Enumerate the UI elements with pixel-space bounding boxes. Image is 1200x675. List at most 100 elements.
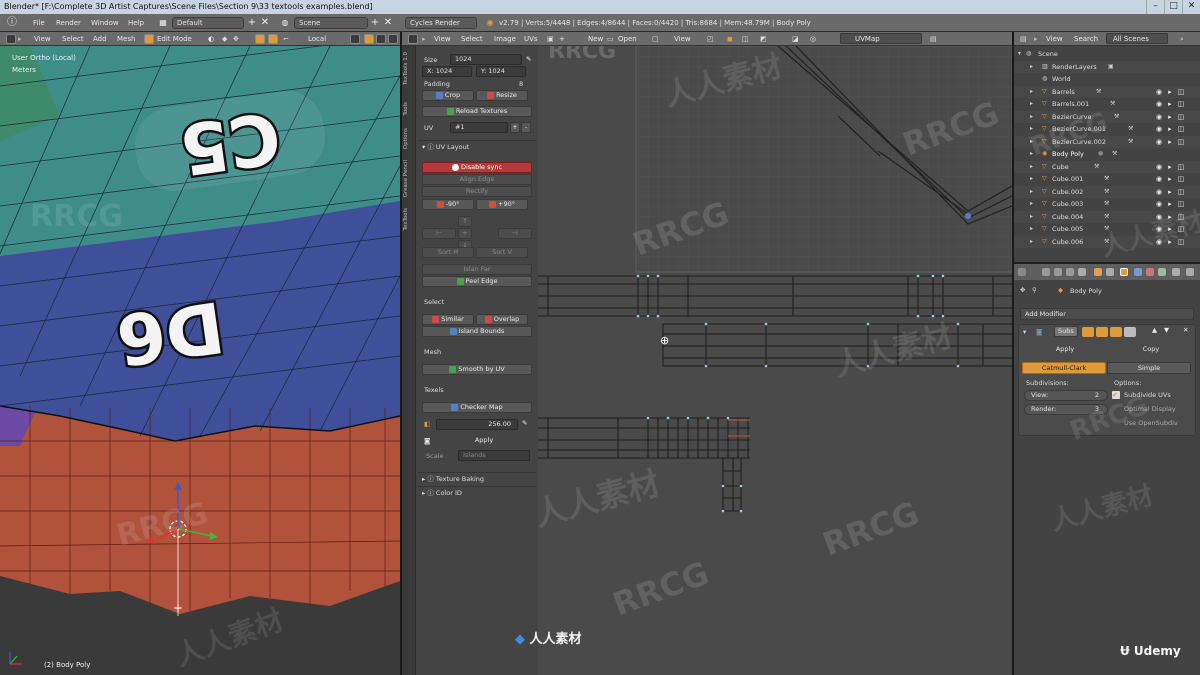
padding-value[interactable]: 8 (519, 80, 523, 88)
tab-grease-pencil[interactable]: Grease Pencil (403, 160, 409, 197)
view-levels-field[interactable]: View: 2 (1024, 390, 1108, 401)
size-field[interactable]: 1024 (450, 54, 522, 65)
expand-icon[interactable]: ▸ (1030, 61, 1033, 74)
sync-selection-icon[interactable]: ◰ (707, 34, 714, 44)
snap-icon[interactable]: ◪ (792, 34, 799, 44)
visibility-toggles[interactable]: ◉▸◫ (1156, 86, 1190, 99)
editor-type-icon[interactable] (6, 34, 16, 44)
outliner-row-beziercurve-001[interactable]: ▸ ▽ BezierCurve.001 ⚒ ◉▸◫ (1014, 123, 1200, 136)
object-tab-icon[interactable] (1094, 268, 1102, 276)
outliner-row-barrels-001[interactable]: ▸ ▽ Barrels.001 ⚒ ◉▸◫ (1014, 98, 1200, 111)
show-render-toggle[interactable] (1082, 327, 1094, 337)
select-similar-button[interactable]: Similar (422, 314, 474, 325)
proportional-icon[interactable]: ◎ (810, 34, 816, 44)
visibility-toggles[interactable]: ◉▸◫ (1156, 161, 1190, 174)
tab-options[interactable]: Options (403, 128, 409, 149)
show-viewport-toggle[interactable] (1096, 327, 1108, 337)
menu-select[interactable]: Select (461, 34, 483, 44)
island-far-button[interactable]: Islan Far (422, 264, 532, 275)
tab-tools[interactable]: Tools (403, 102, 409, 116)
align-left-button[interactable]: ⊢ (422, 228, 456, 239)
editor-type-icon[interactable] (408, 34, 418, 44)
move-down-icon[interactable]: ▼ (1164, 326, 1169, 334)
visibility-toggles[interactable]: ◉▸◫ (1156, 186, 1190, 199)
menu-view[interactable]: View (34, 34, 51, 44)
outliner-row-body-poly[interactable]: ▸ ◉ Body Poly ● ⚒ (1014, 148, 1200, 161)
show-cage-toggle[interactable] (1124, 327, 1136, 337)
view-mode-selector[interactable]: View (674, 34, 691, 44)
render-tab-icon[interactable] (1042, 268, 1050, 276)
sort-h-button[interactable]: Sort H (422, 247, 474, 258)
visibility-toggles[interactable]: ◉▸◫ (1156, 223, 1190, 236)
crop-button[interactable]: Crop (422, 90, 474, 101)
menu-help[interactable]: Help (128, 17, 144, 29)
texture-tab-icon[interactable] (1158, 268, 1166, 276)
menu-add[interactable]: Add (93, 34, 107, 44)
island-select-icon[interactable]: ◩ (760, 34, 767, 44)
tab-textools-1[interactable]: TexTools 1.0 (403, 52, 409, 85)
uv-layout-section-header[interactable]: ▾ ⓘ UV Layout (418, 140, 536, 152)
menu-search[interactable]: Search (1074, 34, 1098, 44)
shading-icon[interactable]: ◐ (208, 34, 214, 44)
layout-selector[interactable]: Default (172, 17, 244, 29)
minimize-button[interactable]: – (1146, 0, 1164, 14)
size-x-field[interactable]: X: 1024 (422, 66, 472, 77)
orientation-selector[interactable]: Local (308, 34, 326, 44)
outliner-row-scene[interactable]: ▾ ◍ Scene (1014, 48, 1200, 61)
modifiers-tab-icon[interactable] (1120, 268, 1128, 276)
uv-selected-vertex[interactable] (965, 213, 971, 219)
collapse-menu-icon[interactable]: ▸ (422, 34, 426, 44)
visibility-toggles[interactable]: ◉▸◫ (1156, 123, 1190, 136)
color-id-section-header[interactable]: ▸ ⓘ Color ID (418, 486, 536, 498)
outliner-row-cube-001[interactable]: ▸ ▽ Cube.001 ⚒ ◉▸◫ (1014, 173, 1200, 186)
scale-icon[interactable]: ⌐ (283, 34, 289, 44)
align-top-button[interactable]: ↑ (458, 216, 472, 227)
pivot-icon[interactable]: ◆ (222, 34, 227, 44)
image-browse-icon[interactable]: ▣ (547, 34, 554, 44)
face-select-icon[interactable] (388, 34, 398, 44)
outliner-row-barrels[interactable]: ▸ ▽ Barrels ⚒ ◉▸◫ (1014, 85, 1200, 99)
align-center-button[interactable]: + (458, 228, 472, 239)
layers-tab-icon[interactable] (1054, 268, 1062, 276)
menu-uvs[interactable]: UVs (524, 34, 538, 44)
menu-mesh[interactable]: Mesh (117, 34, 135, 44)
texel-density-field[interactable]: 256.00 (436, 419, 518, 430)
open-folder-icon[interactable]: ▭ (607, 34, 614, 44)
use-opensubdiv-label[interactable]: Use OpenSubdiv (1124, 419, 1178, 427)
remove-scene-button[interactable]: ✕ (382, 17, 394, 29)
outliner-row-cube[interactable]: ▸ ▽ Cube ⚒ ◉▸◫ (1014, 160, 1200, 174)
disable-sync-button[interactable]: Disable sync (422, 162, 532, 173)
editor-type-icon[interactable] (1018, 268, 1026, 276)
pin-icon[interactable]: ✥ (1020, 286, 1025, 294)
outliner-row-renderlayers[interactable]: ▸ ▥ RenderLayers ▣ (1014, 60, 1200, 74)
eyedropper-icon[interactable]: ✎ (526, 55, 531, 63)
uv-cursor-icon[interactable]: ⊕ (660, 334, 669, 347)
constraints-tab-icon[interactable] (1106, 268, 1114, 276)
manipulator-icon[interactable]: ✥ (233, 34, 239, 44)
remove-modifier-icon[interactable]: ✕ (1183, 326, 1188, 334)
uv-remove-button[interactable]: - (521, 122, 531, 133)
size-y-field[interactable]: Y: 1024 (476, 66, 526, 77)
mask-icon[interactable]: ▤ (930, 34, 937, 44)
uvmap-selector[interactable]: UVMap (840, 33, 922, 44)
apply-texel-button[interactable]: Apply (436, 436, 532, 447)
visibility-toggles[interactable]: ◉▸◫ (1156, 198, 1190, 211)
modifier-name-field[interactable]: Subs (1054, 326, 1078, 337)
optimal-display-label[interactable]: Optimal Display (1124, 405, 1176, 413)
peel-edge-button[interactable]: Peel Edge (422, 276, 532, 287)
visibility-toggles[interactable]: ◉▸◫ (1156, 211, 1190, 224)
menu-view[interactable]: View (1046, 34, 1063, 44)
world-tab-icon[interactable] (1078, 268, 1086, 276)
mode-selector[interactable]: Edit Mode (157, 34, 192, 44)
texture-baking-section-header[interactable]: ▸ ⓘ Texture Baking (418, 472, 536, 484)
apply-modifier-button[interactable]: Apply (1022, 344, 1108, 356)
menu-render[interactable]: Render (56, 17, 81, 29)
edge-select-icon[interactable]: ◫ (742, 34, 749, 44)
new-image-button[interactable]: + (559, 34, 565, 44)
rotate-minus-90-button[interactable]: -90° (422, 199, 474, 210)
outliner-row-cube-006[interactable]: ▸ ▽ Cube.006 ⚒ ◉▸◫ (1014, 235, 1200, 248)
expand-icon[interactable]: ▾ (1018, 48, 1021, 61)
physics-tab-icon[interactable] (1186, 268, 1194, 276)
sort-v-button[interactable]: Sort V (476, 247, 528, 258)
vertex-select-icon[interactable] (364, 34, 374, 44)
